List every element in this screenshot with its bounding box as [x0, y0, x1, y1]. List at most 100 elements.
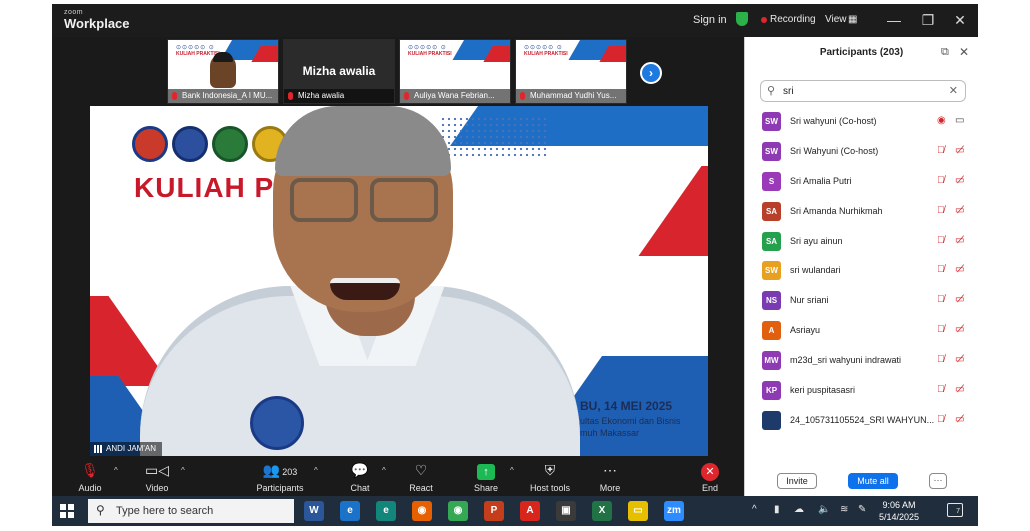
muted-mic-icon[interactable]: 🎙̸ [937, 235, 945, 246]
close-window-button[interactable]: ✕ [950, 10, 970, 30]
taskbar-search-box[interactable]: ⚲ Type here to search [88, 499, 294, 523]
participant-row[interactable]: 24_105731105524_SRI WAHYUN... 🎙̸ ▭̸ [745, 406, 978, 436]
recording-label[interactable]: Recording [770, 14, 816, 25]
wifi-icon[interactable]: ≋ [840, 504, 848, 515]
participant-row[interactable]: SW Sri Wahyuni (Co-host) 🎙̸ ▭̸ [745, 137, 978, 167]
share-options-chevron-icon[interactable]: ^ [510, 466, 514, 475]
taskbar-app-icon[interactable]: e [340, 501, 360, 521]
participant-row[interactable]: SA Sri ayu ainun 🎙̸ ▭̸ [745, 227, 978, 257]
audio-options-chevron-icon[interactable]: ^ [114, 466, 118, 475]
taskbar-app-icon[interactable]: ◉ [448, 501, 468, 521]
muted-mic-icon[interactable]: 🎙̸ [937, 145, 945, 156]
share-button[interactable]: ↑ Share ^ [456, 460, 516, 493]
react-button[interactable]: ♡ React [391, 460, 451, 493]
taskbar-clock[interactable]: 9:06 AM 5/14/2025 [874, 499, 924, 523]
taskbar-app-icon[interactable]: W [304, 501, 324, 521]
participants-button[interactable]: 👥 203 Participants ^ [250, 460, 317, 493]
muted-mic-icon[interactable]: 🎙̸ [937, 205, 945, 216]
usb-icon[interactable]: ▮ [774, 504, 780, 515]
participants-label: Participants [256, 483, 304, 493]
participant-thumbnail[interactable]: ⊙⊙⊙⊙⊙ ⊙ KULIAH PRAKTISI Bank Indonesia_A… [167, 39, 279, 104]
university-seals: ⊙⊙⊙⊙⊙ ⊙ [408, 45, 447, 51]
encryption-shield-icon[interactable] [736, 12, 748, 26]
participant-search: ⚲ ✕ [760, 80, 966, 102]
participant-row[interactable]: KP keri puspitasasri 🎙̸ ▭̸ [745, 376, 978, 406]
taskbar-app-icon[interactable]: zm [664, 501, 684, 521]
view-button[interactable]: View [825, 14, 847, 25]
taskbar-app-icon[interactable]: X [592, 501, 612, 521]
participant-thumbnail[interactable]: ⊙⊙⊙⊙⊙ ⊙ KULIAH PRAKTISI Muhammad Yudhi Y… [515, 39, 627, 104]
taskbar-app-icon[interactable]: ◉ [412, 501, 432, 521]
mute-all-button[interactable]: Mute all [848, 473, 898, 489]
participant-row[interactable]: SW Sri wahyuni (Co-host) ◉ ▭ [745, 107, 978, 137]
video-off-icon[interactable]: ▭̸ [955, 235, 964, 246]
muted-mic-icon[interactable]: 🎙̸ [937, 175, 945, 186]
end-meeting-button[interactable]: ✕ End [680, 460, 740, 493]
pop-out-icon[interactable]: ⧉ [941, 46, 949, 59]
video-off-icon[interactable]: ▭̸ [955, 264, 964, 275]
participant-row[interactable]: SA Sri Amanda Nurhikmah 🎙̸ ▭̸ [745, 197, 978, 227]
taskbar-app-icon[interactable]: ▣ [556, 501, 576, 521]
muted-mic-icon[interactable]: 🎙̸ [937, 354, 945, 365]
taskbar-app-icon[interactable]: e [376, 501, 396, 521]
chat-options-chevron-icon[interactable]: ^ [382, 466, 386, 475]
muted-mic-icon[interactable]: 🎙̸ [937, 384, 945, 395]
taskbar-app-icon[interactable]: ▭ [628, 501, 648, 521]
windows-start-icon[interactable] [60, 504, 74, 518]
participants-options-chevron-icon[interactable]: ^ [314, 466, 318, 475]
taskbar-app-icon[interactable]: A [520, 501, 540, 521]
minimize-button[interactable]: — [884, 10, 904, 30]
speaker-volume-icon[interactable]: 🔈 [818, 504, 830, 515]
shield-icon: ⛨ [544, 462, 556, 478]
video-camera-icon[interactable]: ▭ [955, 115, 964, 126]
panel-more-button[interactable]: ··· [929, 473, 947, 489]
onedrive-cloud-icon[interactable]: ☁ [794, 504, 804, 515]
invite-button[interactable]: Invite [777, 473, 817, 489]
participant-row[interactable]: SW sri wulandari 🎙̸ ▭̸ [745, 256, 978, 286]
video-options-chevron-icon[interactable]: ^ [181, 466, 185, 475]
language-icon[interactable]: ✎ [858, 504, 866, 515]
video-off-icon[interactable]: ▭̸ [955, 175, 964, 186]
more-button[interactable]: ⋯ More [580, 460, 640, 493]
active-speaker-video[interactable]: KULIAH PR BU, 14 MEI 2025 ultas Ekonomi … [90, 106, 708, 456]
chat-button[interactable]: 💬 Chat ^ [330, 460, 390, 493]
participant-name: 24_105731105524_SRI WAHYUN... [790, 414, 935, 425]
participant-name: Nur sriani [790, 295, 829, 306]
notification-center-icon[interactable]: 7 [947, 503, 963, 517]
video-off-icon[interactable]: ▭̸ [955, 145, 964, 156]
taskbar-app-icon[interactable]: P [484, 501, 504, 521]
participant-row[interactable]: NS Nur sriani 🎙̸ ▭̸ [745, 286, 978, 316]
sign-in-link[interactable]: Sign in [693, 14, 727, 26]
video-off-icon[interactable]: ▭̸ [955, 414, 964, 425]
muted-mic-icon[interactable]: 🎙̸ [937, 324, 945, 335]
notification-count: 7 [956, 508, 961, 515]
video-off-icon[interactable]: ▭̸ [955, 294, 964, 305]
muted-mic-icon[interactable]: 🎙̸ [937, 414, 945, 425]
participant-row[interactable]: A Asriayu 🎙̸ ▭̸ [745, 316, 978, 346]
participant-name: sri wulandari [790, 265, 841, 276]
close-panel-icon[interactable]: ✕ [959, 45, 969, 59]
participant-face [210, 52, 236, 88]
show-hidden-icons-chevron-icon[interactable]: ^ [752, 504, 757, 515]
video-off-icon[interactable]: ▭̸ [955, 384, 964, 395]
participant-thumbnail[interactable]: ⊙⊙⊙⊙⊙ ⊙ KULIAH PRAKTISI Auliya Wana Febr… [399, 39, 511, 104]
university-seal-icon [132, 126, 168, 162]
audio-button[interactable]: 🎙 Audio ^ [60, 460, 120, 493]
muted-mic-icon[interactable]: 🎙̸ [937, 264, 945, 275]
restore-button[interactable]: ❐ [918, 10, 938, 30]
recording-indicator-icon[interactable]: ◉ [937, 115, 946, 126]
clear-search-icon[interactable]: ✕ [949, 84, 958, 97]
video-off-icon[interactable]: ▭̸ [955, 354, 964, 365]
participant-search-input[interactable] [783, 84, 943, 99]
participant-row[interactable]: S Sri Amalia Putri 🎙̸ ▭̸ [745, 167, 978, 197]
audio-label: Audio [78, 483, 102, 493]
host-tools-button[interactable]: ⛨ Host tools [520, 460, 580, 493]
video-off-icon[interactable]: ▭̸ [955, 324, 964, 335]
video-off-icon[interactable]: ▭̸ [955, 205, 964, 216]
video-button[interactable]: ▭◁ Video ^ [127, 460, 187, 493]
participant-thumbnail[interactable]: Mizha awalia Mizha awalia [283, 39, 395, 104]
muted-mic-icon[interactable]: 🎙̸ [937, 294, 945, 305]
grid-icon[interactable]: ▦ [848, 14, 857, 25]
participant-row[interactable]: MW m23d_sri wahyuni indrawati 🎙̸ ▭̸ [745, 346, 978, 376]
next-page-arrow-icon[interactable]: › [640, 62, 662, 84]
